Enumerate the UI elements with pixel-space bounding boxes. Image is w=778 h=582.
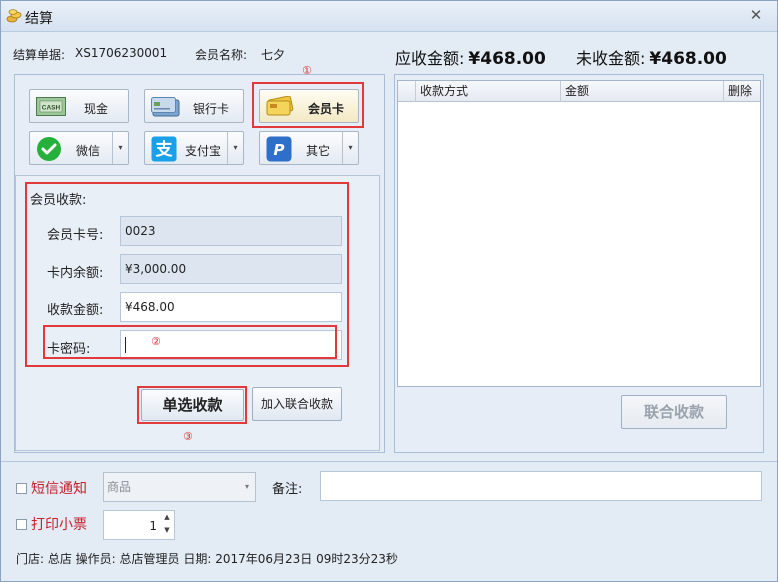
other-pay-icon: P <box>266 136 292 162</box>
highlight-box-single-pay <box>137 386 247 424</box>
title-bar: 结算 ✕ <box>1 1 777 32</box>
alipay-dropdown-icon[interactable]: ▾ <box>227 132 243 164</box>
unreceived-value: ¥468.00 <box>649 49 727 69</box>
payment-grid[interactable]: 收款方式 金额 删除 <box>397 80 761 387</box>
grid-row-indicator-header <box>398 81 416 102</box>
receivable-value: ¥468.00 <box>468 49 546 69</box>
annotation-3: ③ <box>183 430 193 443</box>
alipay-icon: 支 <box>151 136 177 162</box>
bank-card-icon <box>151 97 180 117</box>
sms-template-select[interactable]: 商品 ▾ <box>103 472 256 502</box>
unreceived-amount: 未收金额: ¥468.00 <box>576 45 727 69</box>
unreceived-label: 未收金额: <box>576 49 646 68</box>
other-dropdown-icon[interactable]: ▾ <box>342 132 358 164</box>
print-label: 打印小票 <box>31 517 87 533</box>
annotation-1: ① <box>302 64 312 77</box>
wechat-button[interactable]: 微信 ▾ <box>29 131 129 165</box>
member-name-label: 会员名称: <box>195 48 248 62</box>
cash-label: 现金 <box>84 102 109 116</box>
wechat-label: 微信 <box>76 144 101 158</box>
receivable-label: 应收金额: <box>395 49 465 68</box>
add-combined-button[interactable]: 加入联合收款 <box>252 387 342 421</box>
alipay-label: 支付宝 <box>185 144 222 158</box>
other-label: 其它 <box>306 144 331 158</box>
grid-col-amount[interactable]: 金额 <box>561 81 724 102</box>
sms-checkbox[interactable] <box>16 483 27 494</box>
member-name: 七夕 <box>261 48 286 62</box>
cash-icon: CASH <box>36 97 66 116</box>
print-copies-value: 1 <box>149 519 157 533</box>
other-button[interactable]: P 其它 ▾ <box>259 131 359 165</box>
bill-label: 结算单据: <box>13 48 66 62</box>
print-copies-spinner[interactable]: 1 ▲ ▼ <box>103 510 175 540</box>
checkout-window: 结算 ✕ 结算单据: XS1706230001 会员名称: 七夕 应收金额: ¥4… <box>0 0 778 582</box>
grid-col-method[interactable]: 收款方式 <box>416 81 561 102</box>
print-checkbox[interactable] <box>16 519 27 530</box>
bill-number: XS1706230001 <box>75 46 168 60</box>
spin-up-icon[interactable]: ▲ <box>162 513 172 521</box>
status-bar: 门店: 总店 操作员: 总店管理员 日期: 2017年06月23日 09时23分… <box>16 552 398 566</box>
spin-down-icon[interactable]: ▼ <box>162 526 172 534</box>
close-icon[interactable]: ✕ <box>747 6 765 24</box>
highlight-box-member-card <box>252 82 364 128</box>
sms-label: 短信通知 <box>31 481 87 497</box>
highlight-box-member-section <box>25 182 349 367</box>
cash-button[interactable]: CASH 现金 <box>29 89 129 123</box>
remark-input[interactable] <box>320 471 762 501</box>
bank-card-button[interactable]: 银行卡 <box>144 89 244 123</box>
combined-pay-button[interactable]: 联合收款 <box>621 395 727 429</box>
svg-text:CASH: CASH <box>42 105 61 112</box>
wechat-dropdown-icon[interactable]: ▾ <box>112 132 128 164</box>
sms-template-value: 商品 <box>107 480 132 494</box>
grid-col-delete[interactable]: 删除 <box>724 81 760 102</box>
chevron-down-icon: ▾ <box>244 482 249 491</box>
window-title: 结算 <box>25 11 53 27</box>
svg-text:P: P <box>274 141 285 159</box>
wechat-icon <box>37 137 61 161</box>
alipay-button[interactable]: 支 支付宝 ▾ <box>144 131 244 165</box>
coins-icon <box>6 9 22 23</box>
svg-text:支: 支 <box>156 139 174 160</box>
bank-card-label: 银行卡 <box>193 102 230 116</box>
grid-header: 收款方式 金额 删除 <box>398 81 760 102</box>
receivable-amount: 应收金额: ¥468.00 <box>395 45 546 69</box>
remark-label: 备注: <box>272 482 303 497</box>
